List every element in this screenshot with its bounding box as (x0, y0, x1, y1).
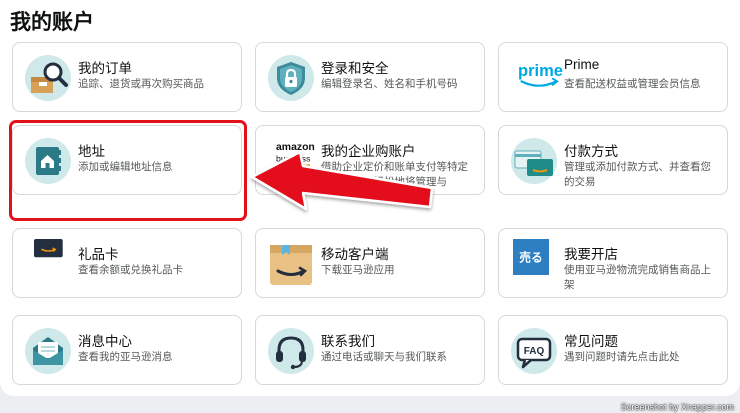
account-panel: 我的账户 我的订单 追踪、退货或再次购买商品 登录和安全 编辑登录名、姓名和手机… (0, 0, 740, 396)
watermark: Screenshot by Xnapper.com (620, 402, 734, 412)
pointer-arrow-icon (250, 150, 434, 211)
